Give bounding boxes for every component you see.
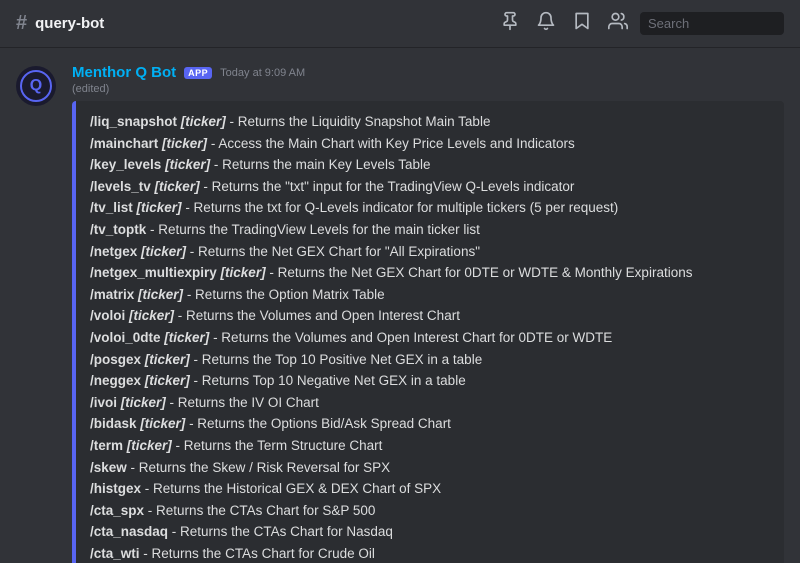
- command-line: /netgex [ticker] - Returns the Net GEX C…: [90, 241, 770, 263]
- command-line: /tv_list [ticker] - Returns the txt for …: [90, 197, 770, 219]
- commands-container: /liq_snapshot [ticker] - Returns the Liq…: [90, 111, 770, 563]
- message-header: Menthor Q Bot APP Today at 9:09 AM: [72, 64, 784, 81]
- command-line: /cta_nasdaq - Returns the CTAs Chart for…: [90, 521, 770, 543]
- command-line: /skew - Returns the Skew / Risk Reversal…: [90, 457, 770, 479]
- message-timestamp: Today at 9:09 AM: [220, 67, 305, 79]
- command-line: /cta_wti - Returns the CTAs Chart for Cr…: [90, 543, 770, 563]
- command-line: /ivoi [ticker] - Returns the IV OI Chart: [90, 392, 770, 414]
- app-badge: APP: [184, 67, 212, 79]
- bot-username: Menthor Q Bot: [72, 64, 176, 81]
- command-line: /bidask [ticker] - Returns the Options B…: [90, 413, 770, 435]
- command-line: /neggex [ticker] - Returns Top 10 Negati…: [90, 370, 770, 392]
- command-line: /liq_snapshot [ticker] - Returns the Liq…: [90, 111, 770, 133]
- command-line: /term [ticker] - Returns the Term Struct…: [90, 435, 770, 457]
- edited-label: (edited): [72, 83, 784, 95]
- command-line: /netgex_multiexpiry [ticker] - Returns t…: [90, 262, 770, 284]
- pin-icon[interactable]: [496, 7, 524, 40]
- command-line: /voloi [ticker] - Returns the Volumes an…: [90, 305, 770, 327]
- bot-message: Q Menthor Q Bot APP Today at 9:09 AM (ed…: [16, 64, 784, 563]
- bookmark-icon[interactable]: [568, 7, 596, 40]
- bot-avatar-logo: Q: [20, 70, 52, 102]
- message-body: Menthor Q Bot APP Today at 9:09 AM (edit…: [72, 64, 784, 563]
- command-line: /matrix [ticker] - Returns the Option Ma…: [90, 284, 770, 306]
- avatar: Q: [16, 66, 56, 106]
- command-line: /mainchart [ticker] - Access the Main Ch…: [90, 133, 770, 155]
- command-line: /histgex - Returns the Historical GEX & …: [90, 478, 770, 500]
- command-line: /voloi_0dte [ticker] - Returns the Volum…: [90, 327, 770, 349]
- command-line: /tv_toptk - Returns the TradingView Leve…: [90, 219, 770, 241]
- channel-title: query-bot: [35, 15, 104, 32]
- bell-icon[interactable]: [532, 7, 560, 40]
- members-icon[interactable]: [604, 7, 632, 40]
- channel-hash-icon: #: [16, 12, 27, 35]
- command-line: /posgex [ticker] - Returns the Top 10 Po…: [90, 349, 770, 371]
- command-list-box: /liq_snapshot [ticker] - Returns the Liq…: [72, 101, 784, 563]
- command-line: /key_levels [ticker] - Returns the main …: [90, 154, 770, 176]
- top-bar: # query-bot: [0, 0, 800, 48]
- search-input[interactable]: [640, 12, 784, 35]
- command-line: /levels_tv [ticker] - Returns the "txt" …: [90, 176, 770, 198]
- message-list: Q Menthor Q Bot APP Today at 9:09 AM (ed…: [0, 48, 800, 563]
- command-line: /cta_spx - Returns the CTAs Chart for S&…: [90, 500, 770, 522]
